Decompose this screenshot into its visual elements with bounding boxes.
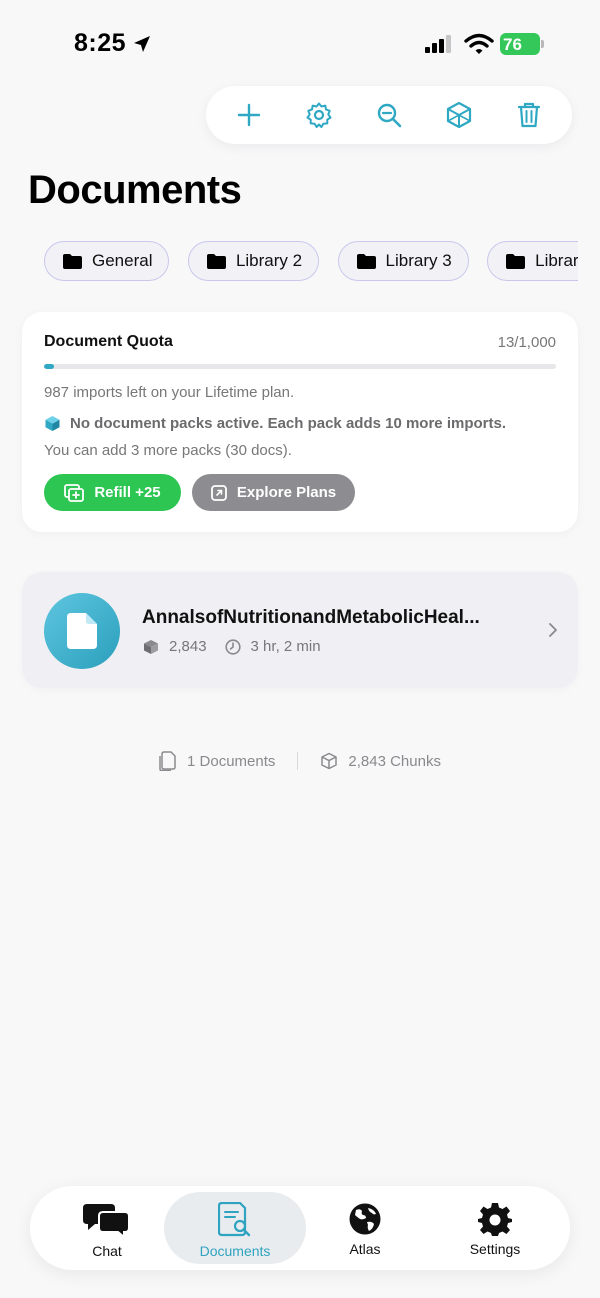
trash-icon — [517, 102, 541, 128]
tab-label: Documents — [199, 1243, 271, 1259]
library-chip-label: Library — [535, 251, 578, 270]
status-time: 8:25 — [74, 29, 127, 57]
document-chunks: 2,843 — [169, 638, 207, 655]
library-chip-label: Library 3 — [385, 251, 452, 270]
status-bar: 8:25 76 — [0, 0, 600, 90]
globe-icon — [349, 1203, 381, 1235]
box-icon — [446, 101, 472, 129]
folder-icon — [356, 253, 376, 269]
chunks-icon — [143, 639, 159, 655]
explore-plans-label: Explore Plans — [236, 484, 337, 501]
folder-icon — [63, 253, 82, 269]
delete-button[interactable] — [509, 95, 549, 135]
packs-notice-text: No document packs active. Each pack adds… — [70, 415, 506, 432]
chat-bubbles-icon — [83, 1204, 130, 1238]
documents-icon — [159, 751, 176, 771]
wifi-icon — [464, 33, 494, 60]
battery-indicator: 76 — [500, 33, 544, 55]
add-icon — [237, 103, 261, 127]
library-chip-general[interactable]: General — [44, 241, 170, 281]
document-list-item[interactable]: AnnalsofNutritionandMetabolicHeal... 2,8… — [22, 572, 578, 688]
refill-button[interactable]: Refill +25 — [44, 474, 181, 511]
gear-icon — [306, 102, 332, 128]
tab-label: Chat — [92, 1243, 122, 1259]
add-stack-icon — [64, 483, 85, 502]
document-quota-card: Document Quota 13/1,000 987 imports left… — [22, 312, 578, 532]
library-chip-library-2[interactable]: Library 2 — [187, 241, 320, 281]
quota-progress-fill — [44, 364, 55, 369]
add-document-button[interactable] — [229, 95, 269, 135]
chunks-summary: 2,843 Chunks — [320, 752, 441, 770]
cellular-signal-icon — [424, 34, 454, 59]
chunks-count: 2,843 Chunks — [348, 752, 441, 770]
library-chip-library[interactable]: Library — [487, 241, 578, 281]
document-title: AnnalsofNutritionandMetabolicHeal... — [142, 607, 480, 628]
explore-plans-button[interactable]: Explore Plans — [192, 474, 355, 511]
refill-button-label: Refill +25 — [94, 484, 161, 501]
battery-body: 76 — [500, 33, 540, 55]
location-arrow-icon — [132, 34, 152, 59]
search-icon — [377, 103, 402, 128]
tab-settings[interactable]: Settings — [424, 1192, 566, 1264]
library-chip-library-3[interactable]: Library 3 — [337, 241, 469, 281]
quota-title: Document Quota — [44, 333, 173, 350]
tab-label: Atlas — [349, 1241, 381, 1257]
document-search-icon — [218, 1202, 251, 1237]
add-packs-text: You can add 3 more packs (30 docs). — [44, 442, 292, 459]
document-duration: 3 hr, 2 min — [250, 638, 321, 655]
tab-atlas[interactable]: Atlas — [294, 1192, 436, 1264]
library-chip-label: General — [92, 251, 153, 270]
battery-cap — [541, 40, 544, 48]
chunks-button[interactable] — [439, 95, 479, 135]
quota-count: 13/1,000 — [497, 334, 556, 351]
imports-left-text: 987 imports left on your Lifetime plan. — [44, 384, 295, 401]
search-button[interactable] — [369, 95, 409, 135]
tab-chat[interactable]: Chat — [36, 1192, 178, 1264]
folder-icon — [506, 253, 526, 269]
gear-icon — [478, 1203, 512, 1236]
external-link-icon — [210, 484, 227, 501]
library-summary: 1 Documents 2,843 Chunks — [0, 748, 600, 774]
documents-count: 1 Documents — [187, 752, 276, 770]
cube-icon — [321, 752, 338, 770]
battery-level: 76 — [503, 35, 522, 54]
document-meta: 2,843 3 hr, 2 min — [143, 638, 321, 655]
library-chips: General Library 2 Library 3 Library — [44, 241, 578, 283]
cube-icon — [45, 416, 60, 431]
clock-icon — [224, 638, 241, 655]
quota-progress-bar — [44, 364, 556, 369]
summary-divider — [297, 752, 299, 770]
folder-icon — [206, 253, 226, 269]
library-chip-label: Library 2 — [235, 251, 303, 270]
tab-label: Settings — [469, 1241, 521, 1257]
documents-summary: 1 Documents — [159, 751, 275, 771]
top-toolbar — [206, 86, 572, 144]
bottom-tab-bar: Chat Documents Atlas Settings — [30, 1186, 570, 1270]
page-title: Documents — [28, 168, 242, 212]
document-avatar — [44, 593, 120, 669]
settings-button[interactable] — [299, 95, 339, 135]
packs-notice: No document packs active. Each pack adds… — [44, 415, 506, 432]
tab-documents[interactable]: Documents — [164, 1192, 306, 1264]
chevron-right-icon — [548, 622, 558, 643]
document-icon — [67, 613, 97, 649]
